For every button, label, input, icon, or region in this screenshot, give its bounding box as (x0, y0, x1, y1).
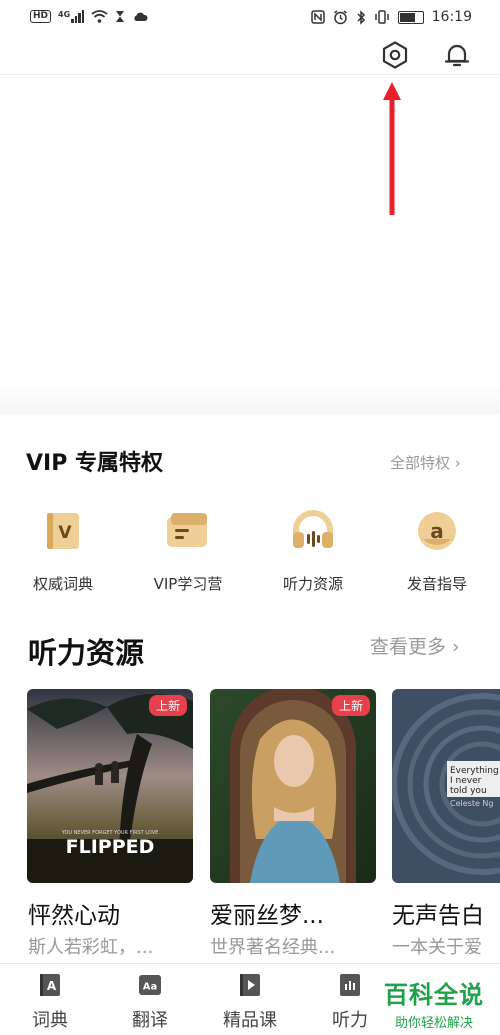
nav-label: 精品课 (223, 1010, 277, 1031)
vip-item-pronunciation[interactable]: a 发音指导 (377, 508, 497, 594)
header-divider (0, 74, 500, 75)
wifi-icon (91, 10, 108, 23)
cloud-icon (134, 12, 148, 21)
all-privileges-link[interactable]: 全部特权 › (390, 452, 461, 473)
notifications-button[interactable] (440, 38, 474, 72)
vip-item-study-camp[interactable]: VIP学习营 (128, 508, 248, 594)
listening-icon (337, 972, 363, 998)
section-divider (0, 384, 500, 414)
card-title[interactable]: 爱丽丝梦... (210, 896, 324, 930)
vip-item-label: 听力资源 (282, 575, 343, 593)
cover-title: Everything I never told you (450, 766, 499, 796)
see-more-link[interactable]: 查看更多 › (370, 632, 460, 659)
dictionary-v-icon: V (40, 508, 86, 554)
svg-text:Aa: Aa (143, 982, 158, 993)
card-title[interactable]: 无声告白 (392, 896, 500, 930)
card-icon (165, 508, 211, 554)
signal-icon (71, 10, 85, 23)
network-type: 4G (58, 10, 85, 23)
listening-card-flipped[interactable]: YOU NEVER FORGET YOUR FIRST LOVE FLIPPED… (27, 689, 193, 883)
bluetooth-icon (357, 9, 365, 25)
annotation-arrow (383, 82, 401, 215)
nav-label: 翻译 (132, 1010, 168, 1031)
card-subtitle: 斯人若彩虹，... (28, 937, 154, 958)
cover-author: Celeste Ng (450, 799, 494, 808)
video-course-icon (237, 972, 263, 998)
vip-item-label: VIP学习营 (153, 575, 223, 593)
new-badge: 上新 (148, 695, 187, 716)
nav-label: 词典 (32, 1010, 68, 1031)
nav-item-courses[interactable]: 精品课 (210, 972, 290, 1032)
pronunciation-icon: a (414, 508, 460, 554)
nav-item-translate[interactable]: Aa 翻译 (110, 972, 190, 1032)
status-bar: HD 4G 16:19 (0, 0, 500, 38)
clock: 16:19 (431, 9, 472, 25)
battery-icon (397, 10, 424, 24)
vibrate-icon (374, 10, 389, 24)
watermark: 百科全说 助你轻松解决 (378, 975, 490, 1031)
new-badge: 上新 (331, 695, 370, 716)
svg-text:V: V (58, 523, 72, 543)
nav-item-dictionary[interactable]: A 词典 (10, 972, 90, 1032)
card-title[interactable]: 怦然心动 (28, 896, 120, 930)
listening-section-title: 听力资源 (28, 636, 145, 670)
vip-item-label: 发音指导 (406, 575, 467, 593)
poster-title: FLIPPED (65, 836, 155, 858)
alarm-icon (333, 9, 347, 24)
hourglass-icon (116, 11, 125, 22)
bell-icon (444, 44, 470, 67)
listening-card-alice[interactable]: 上新 (210, 689, 376, 883)
translate-icon: Aa (137, 972, 163, 998)
headphones-icon (290, 508, 336, 554)
vip-item-listening[interactable]: 听力资源 (253, 508, 373, 594)
dictionary-icon: A (37, 972, 63, 998)
card-subtitle: 一本关于爱 (392, 937, 482, 958)
vip-item-label: 权威词典 (32, 575, 93, 593)
hd-badge: HD (30, 10, 52, 23)
card-subtitle: 世界著名经典... (210, 937, 336, 958)
svg-text:a: a (430, 519, 444, 543)
settings-icon (382, 41, 408, 69)
listening-card-everything[interactable]: Everything I never told you Celeste Ng (392, 689, 500, 883)
vip-item-dictionary[interactable]: V 权威词典 (3, 508, 123, 594)
settings-button[interactable] (378, 38, 412, 72)
svg-text:A: A (47, 979, 57, 993)
alice-poster (210, 689, 376, 883)
vip-section-title: VIP 专属特权 (26, 451, 163, 476)
nfc-icon (310, 10, 325, 24)
watermark-subtitle: 助你轻松解决 (394, 1016, 473, 1031)
watermark-title: 百科全说 (384, 981, 484, 1009)
